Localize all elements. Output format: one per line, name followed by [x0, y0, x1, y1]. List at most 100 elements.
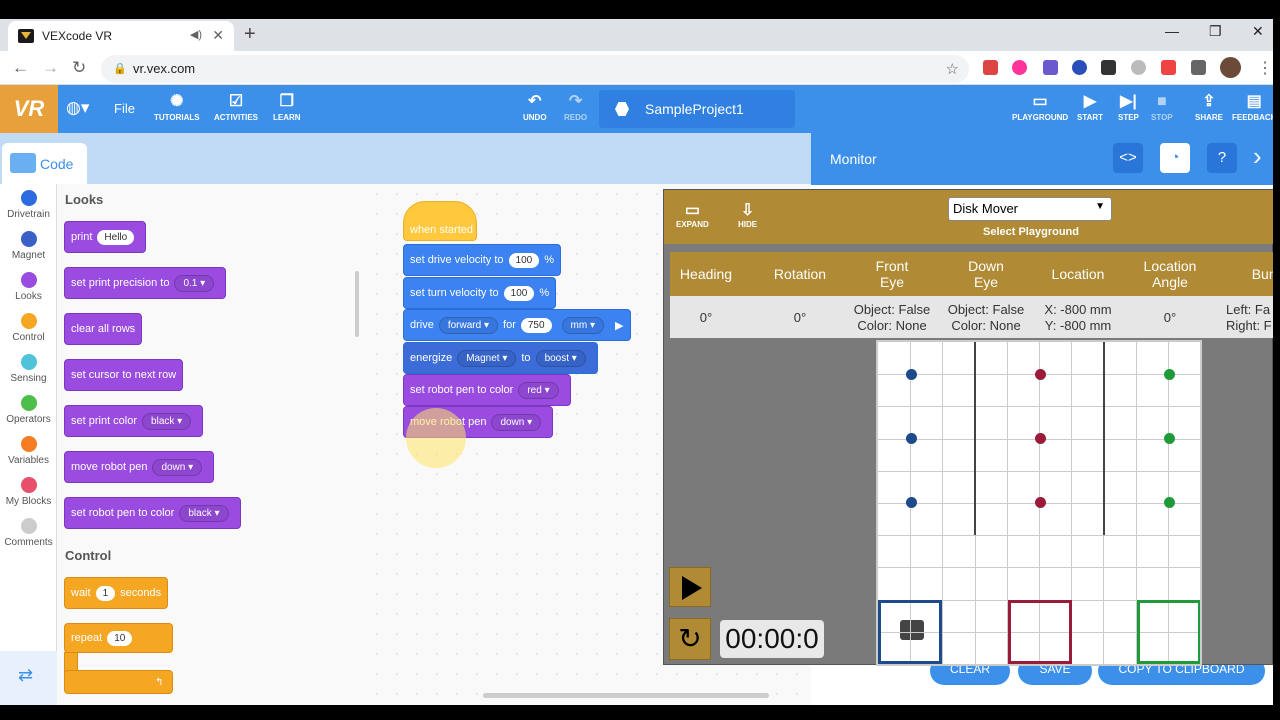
step-button[interactable]: ▶| STEP: [1118, 93, 1139, 122]
dropdown-value: black: [151, 415, 175, 427]
magnet-mode-dropdown[interactable]: boost ▾: [535, 349, 586, 367]
extension-icon[interactable]: [1012, 60, 1027, 75]
extension-icon[interactable]: [1131, 60, 1146, 75]
category-my-blocks[interactable]: My Blocks: [0, 477, 57, 507]
menu-kebab-icon[interactable]: ⋮: [1257, 58, 1273, 78]
category-label: My Blocks: [5, 496, 52, 507]
tutorials-button[interactable]: ✺ TUTORIALS: [154, 93, 200, 122]
wait-block[interactable]: wait 1 seconds: [64, 577, 169, 609]
project-name-field[interactable]: SampleProject1: [599, 90, 795, 128]
puzzle-icon[interactable]: [1191, 60, 1206, 75]
back-icon[interactable]: ←: [12, 58, 29, 78]
code-tab-label: Code: [40, 155, 74, 172]
print-color-dropdown[interactable]: black ▾: [142, 412, 192, 430]
energize-magnet-block[interactable]: energize Magnet ▾ to boost ▾: [403, 342, 598, 374]
minimize-button[interactable]: —: [1165, 23, 1179, 39]
category-sensing[interactable]: Sensing: [0, 354, 57, 384]
expand-button[interactable]: ▭ EXPAND: [676, 200, 709, 229]
pen-color-dropdown[interactable]: red ▾: [518, 381, 559, 399]
category-looks[interactable]: Looks: [0, 272, 57, 302]
share-button[interactable]: ⇪ SHARE: [1195, 93, 1223, 122]
disk: [1035, 433, 1046, 444]
learn-button[interactable]: ❐ LEARN: [273, 93, 301, 122]
block-text: print: [71, 231, 93, 243]
speaker-icon[interactable]: ◀): [190, 28, 202, 41]
activities-button[interactable]: ☑ ACTIVITIES: [214, 93, 258, 122]
set-cursor-block[interactable]: set cursor to next row: [64, 359, 184, 391]
wait-input[interactable]: 1: [95, 585, 116, 601]
category-control[interactable]: Control: [0, 313, 57, 343]
extension-icon[interactable]: [983, 60, 998, 75]
expand-arrow-icon[interactable]: ▶: [615, 319, 623, 332]
maximize-button[interactable]: ❐: [1209, 23, 1222, 40]
bookmark-star-icon[interactable]: ☆: [946, 60, 959, 78]
url-field[interactable]: 🔒 vr.vex.com ☆: [101, 55, 969, 83]
browser-tab[interactable]: VEXcode VR ◀) ✕: [8, 21, 234, 51]
when-started-block[interactable]: when started: [403, 201, 477, 241]
expand-icon: ▭: [684, 202, 700, 219]
extensions-icon[interactable]: ⇄: [18, 665, 33, 686]
distance-input[interactable]: 750: [520, 317, 552, 333]
stop-button[interactable]: ■ STOP: [1151, 93, 1173, 122]
category-magnet[interactable]: Magnet: [0, 231, 57, 261]
undo-button[interactable]: ↶ UNDO: [523, 93, 547, 122]
tab-close-icon[interactable]: ✕: [212, 27, 224, 44]
set-pen-color-block[interactable]: set robot pen to color black ▾: [64, 497, 241, 529]
extension-icon[interactable]: [1072, 60, 1087, 75]
set-print-precision-block[interactable]: set print precision to 0.1 ▾: [64, 267, 227, 299]
print-block[interactable]: print Hello: [64, 221, 147, 253]
drive-for-block[interactable]: drive forward ▾ for 750 mm ▾ ▶: [403, 309, 631, 341]
extension-icon[interactable]: [1161, 60, 1176, 75]
code-view-icon[interactable]: <>: [1113, 143, 1143, 173]
palette-scrollbar[interactable]: [355, 271, 359, 337]
avatar[interactable]: [1220, 57, 1241, 78]
category-drivetrain[interactable]: Drivetrain: [0, 190, 57, 220]
redo-button[interactable]: ↷ REDO: [564, 93, 587, 122]
forward-icon[interactable]: →: [42, 58, 59, 78]
reload-icon[interactable]: ↻: [72, 58, 86, 78]
new-tab-button[interactable]: +: [244, 23, 256, 46]
category-comments[interactable]: Comments: [0, 518, 57, 548]
tab-code[interactable]: Code: [2, 143, 87, 184]
category-operators[interactable]: Operators: [0, 395, 57, 425]
block-text: set robot pen to color: [410, 384, 514, 396]
print-input[interactable]: Hello: [97, 229, 135, 245]
file-menu[interactable]: File: [114, 101, 135, 116]
playground-select[interactable]: Disk Mover ▼: [948, 197, 1112, 221]
hide-button[interactable]: ⇩ HIDE: [738, 200, 757, 229]
play-button[interactable]: [669, 567, 711, 607]
pen-dropdown[interactable]: down ▾: [152, 458, 203, 476]
move-robot-pen-block[interactable]: move robot pen down ▾: [64, 451, 215, 483]
extension-icon[interactable]: [1101, 60, 1116, 75]
set-pen-color-script-block[interactable]: set robot pen to color red ▾: [403, 374, 571, 406]
set-drive-velocity-block[interactable]: set drive velocity to 100%: [403, 244, 562, 276]
pen-color-dropdown[interactable]: black ▾: [179, 504, 229, 522]
feedback-label: FEEDBACK: [1232, 113, 1273, 122]
magnet-dropdown[interactable]: Magnet ▾: [457, 349, 517, 367]
set-turn-velocity-block[interactable]: set turn velocity to 100%: [403, 277, 557, 309]
clear-all-rows-block[interactable]: clear all rows: [64, 313, 143, 345]
globe-icon[interactable]: ◍▾: [66, 98, 89, 118]
repeat-block[interactable]: repeat 10: [64, 623, 173, 653]
direction-dropdown[interactable]: forward ▾: [438, 316, 499, 334]
help-icon[interactable]: ?: [1207, 143, 1237, 173]
pen-dropdown[interactable]: down ▾: [491, 413, 542, 431]
dashboard-icon[interactable]: ◔: [1160, 143, 1190, 173]
set-print-color-block[interactable]: set print color black ▾: [64, 405, 204, 437]
workspace-scrollbar[interactable]: [483, 693, 769, 698]
repeat-input[interactable]: 10: [107, 630, 133, 646]
drive-velocity-input[interactable]: 100: [508, 252, 540, 268]
close-window-button[interactable]: ✕: [1252, 23, 1264, 40]
extension-icon[interactable]: [1043, 60, 1058, 75]
precision-dropdown[interactable]: 0.1 ▾: [174, 274, 215, 292]
dropdown-value: Magnet: [466, 352, 500, 364]
feedback-button[interactable]: ▤ FEEDBACK: [1232, 93, 1273, 122]
turn-velocity-input[interactable]: 100: [503, 285, 535, 301]
chevron-right-icon[interactable]: ›: [1253, 141, 1262, 172]
reset-button[interactable]: ↻: [669, 618, 711, 660]
unit-dropdown[interactable]: mm ▾: [561, 316, 605, 334]
block-text: seconds: [120, 587, 162, 599]
category-variables[interactable]: Variables: [0, 436, 57, 466]
start-button[interactable]: ▶ START: [1077, 93, 1103, 122]
playground-button[interactable]: ▭ PLAYGROUND: [1012, 93, 1068, 122]
